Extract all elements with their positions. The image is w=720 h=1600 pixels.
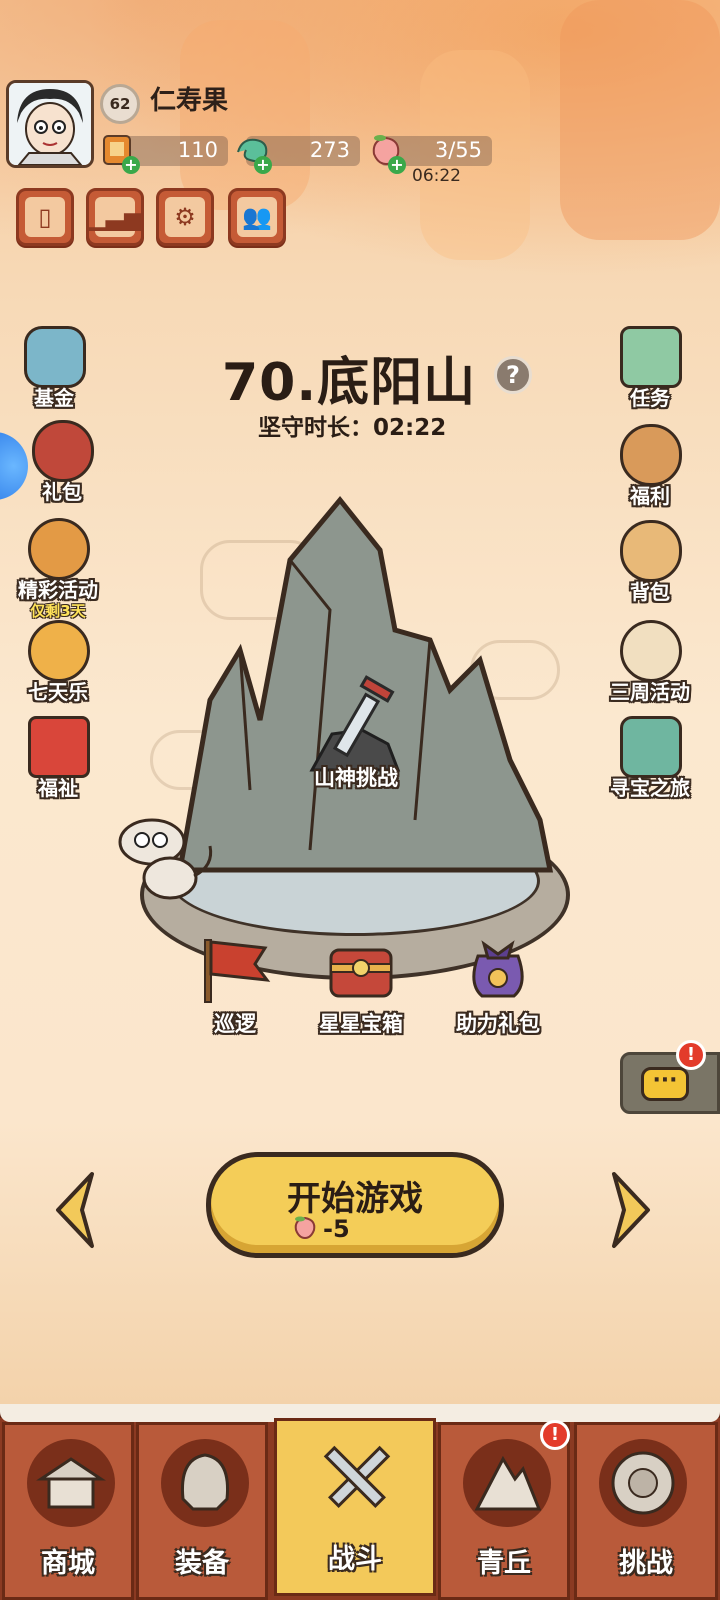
patrol-node[interactable]: 巡逻 (190, 934, 280, 1038)
menu-seven-days[interactable]: 七天乐 (10, 620, 106, 708)
menu-three-weeks[interactable]: 三周活动 (602, 620, 698, 708)
stage-map-scene: 山神挑战 (118, 490, 580, 1000)
menu-gift-pack-label: 礼包 (42, 480, 82, 504)
player-name: 仁寿果 (150, 86, 229, 116)
purple-bag-icon (472, 940, 524, 998)
menu-tasks[interactable]: 任务 (602, 326, 698, 414)
shop-icon (27, 1439, 115, 1527)
gong-icon (599, 1439, 687, 1527)
next-stage-arrow[interactable] (606, 1168, 654, 1252)
player-avatar[interactable] (6, 80, 94, 168)
chat-button[interactable]: ··· (620, 1052, 720, 1114)
tab-equipment[interactable]: 装备 (136, 1422, 268, 1600)
treasure-map-icon (620, 716, 682, 778)
friends-icon: 👥 (242, 203, 272, 231)
menu-gift-pack[interactable]: 礼包 (14, 420, 110, 508)
assist-pack-node[interactable]: 助力礼包 (446, 934, 550, 1038)
menu-seven-days-label: 七天乐 (28, 680, 88, 704)
settings-icon: ⚙ (174, 203, 196, 231)
dragon-icon (28, 518, 90, 580)
tab-shop[interactable]: 商城 (2, 1422, 134, 1600)
menu-welfare[interactable]: 福利 (602, 424, 698, 512)
player-level-badge: 62 (100, 84, 140, 124)
menu-fund-label: 基金 (34, 386, 74, 410)
gourd-icon (620, 520, 682, 582)
menu-treasure-hunt-label: 寻宝之旅 (610, 776, 690, 800)
star-chest-node[interactable]: 星星宝箱 (306, 934, 416, 1038)
menu-blessing-label: 福祉 (38, 776, 78, 800)
gift-box-icon (28, 716, 90, 778)
friends-button[interactable]: 👥 (228, 188, 286, 246)
fund-icon (24, 326, 86, 388)
tab-battle[interactable]: 战斗 (274, 1418, 436, 1596)
peach-icon (294, 1216, 316, 1240)
tab-battle-label: 战斗 (328, 1544, 382, 1575)
menu-tasks-label: 任务 (630, 386, 670, 410)
monkey-icon (118, 818, 213, 900)
add-jade-button[interactable]: + (254, 156, 272, 174)
start-game-label: 开始游戏 (287, 1179, 423, 1219)
mountain-icon (463, 1439, 551, 1527)
chat-alert-badge: ! (676, 1040, 706, 1070)
menu-blessing[interactable]: 福祉 (10, 716, 106, 804)
menu-welfare-label: 福利 (630, 484, 670, 508)
drum-icon (620, 620, 682, 682)
coin-bag-icon (620, 424, 682, 486)
patrol-label: 巡逻 (214, 1012, 256, 1036)
tab-equipment-label: 装备 (175, 1548, 229, 1579)
cards-button[interactable]: ▯ (16, 188, 74, 246)
chest-icon (329, 948, 393, 998)
gift-bag-icon (32, 420, 94, 482)
stage-title: 70.底阳山 (222, 353, 477, 413)
tab-challenge[interactable]: 挑战 (574, 1422, 718, 1600)
help-icon[interactable]: ? (494, 356, 532, 394)
menu-three-weeks-label: 三周活动 (610, 680, 690, 704)
tab-qingqiu-label: 青丘 (477, 1548, 531, 1579)
rank-icon: ▁▃▅ (87, 203, 143, 231)
start-game-cost: -5 (323, 1215, 350, 1243)
assist-pack-label: 助力礼包 (456, 1012, 540, 1036)
currency-ticket-value: 110 (177, 138, 218, 162)
boss-challenge-node[interactable]: 山神挑战 (286, 762, 426, 792)
guard-time: 坚守时长：02:22 (258, 415, 447, 441)
menu-events[interactable]: 精彩活动 仅剩3天 (10, 518, 106, 620)
menu-events-label: 精彩活动 (18, 578, 98, 602)
menu-fund[interactable]: 基金 (6, 326, 102, 414)
star-chest-label: 星星宝箱 (319, 1012, 403, 1036)
rank-button[interactable]: ▁▃▅ (86, 188, 144, 246)
menu-events-countdown: 仅剩3天 (30, 602, 86, 620)
menu-backpack[interactable]: 背包 (602, 520, 698, 608)
boss-challenge-label: 山神挑战 (314, 766, 398, 790)
helmet-icon (161, 1439, 249, 1527)
qingqiu-alert-badge: ! (540, 1420, 570, 1450)
crossed-swords-icon (313, 1435, 401, 1523)
scroll-icon (620, 326, 682, 388)
menu-treasure-hunt[interactable]: 寻宝之旅 (602, 716, 698, 804)
add-stamina-button[interactable]: + (388, 156, 406, 174)
currency-jade-value: 273 (309, 138, 350, 162)
tab-challenge-label: 挑战 (619, 1548, 673, 1579)
tab-shop-label: 商城 (41, 1548, 95, 1579)
cards-icon: ▯ (38, 203, 52, 231)
chat-bubble-icon: ··· (641, 1067, 689, 1101)
lantern-icon (28, 620, 90, 682)
add-ticket-button[interactable]: + (122, 156, 140, 174)
stamina-timer: 06:22 (412, 166, 461, 186)
flag-icon (204, 939, 271, 1003)
currency-stamina-value: 3/55 (434, 138, 482, 162)
lantern-decoration (560, 0, 720, 240)
previous-stage-arrow[interactable] (52, 1168, 100, 1252)
menu-backpack-label: 背包 (630, 580, 670, 604)
settings-button[interactable]: ⚙ (156, 188, 214, 246)
start-game-button[interactable]: 开始游戏 -5 (206, 1152, 504, 1258)
